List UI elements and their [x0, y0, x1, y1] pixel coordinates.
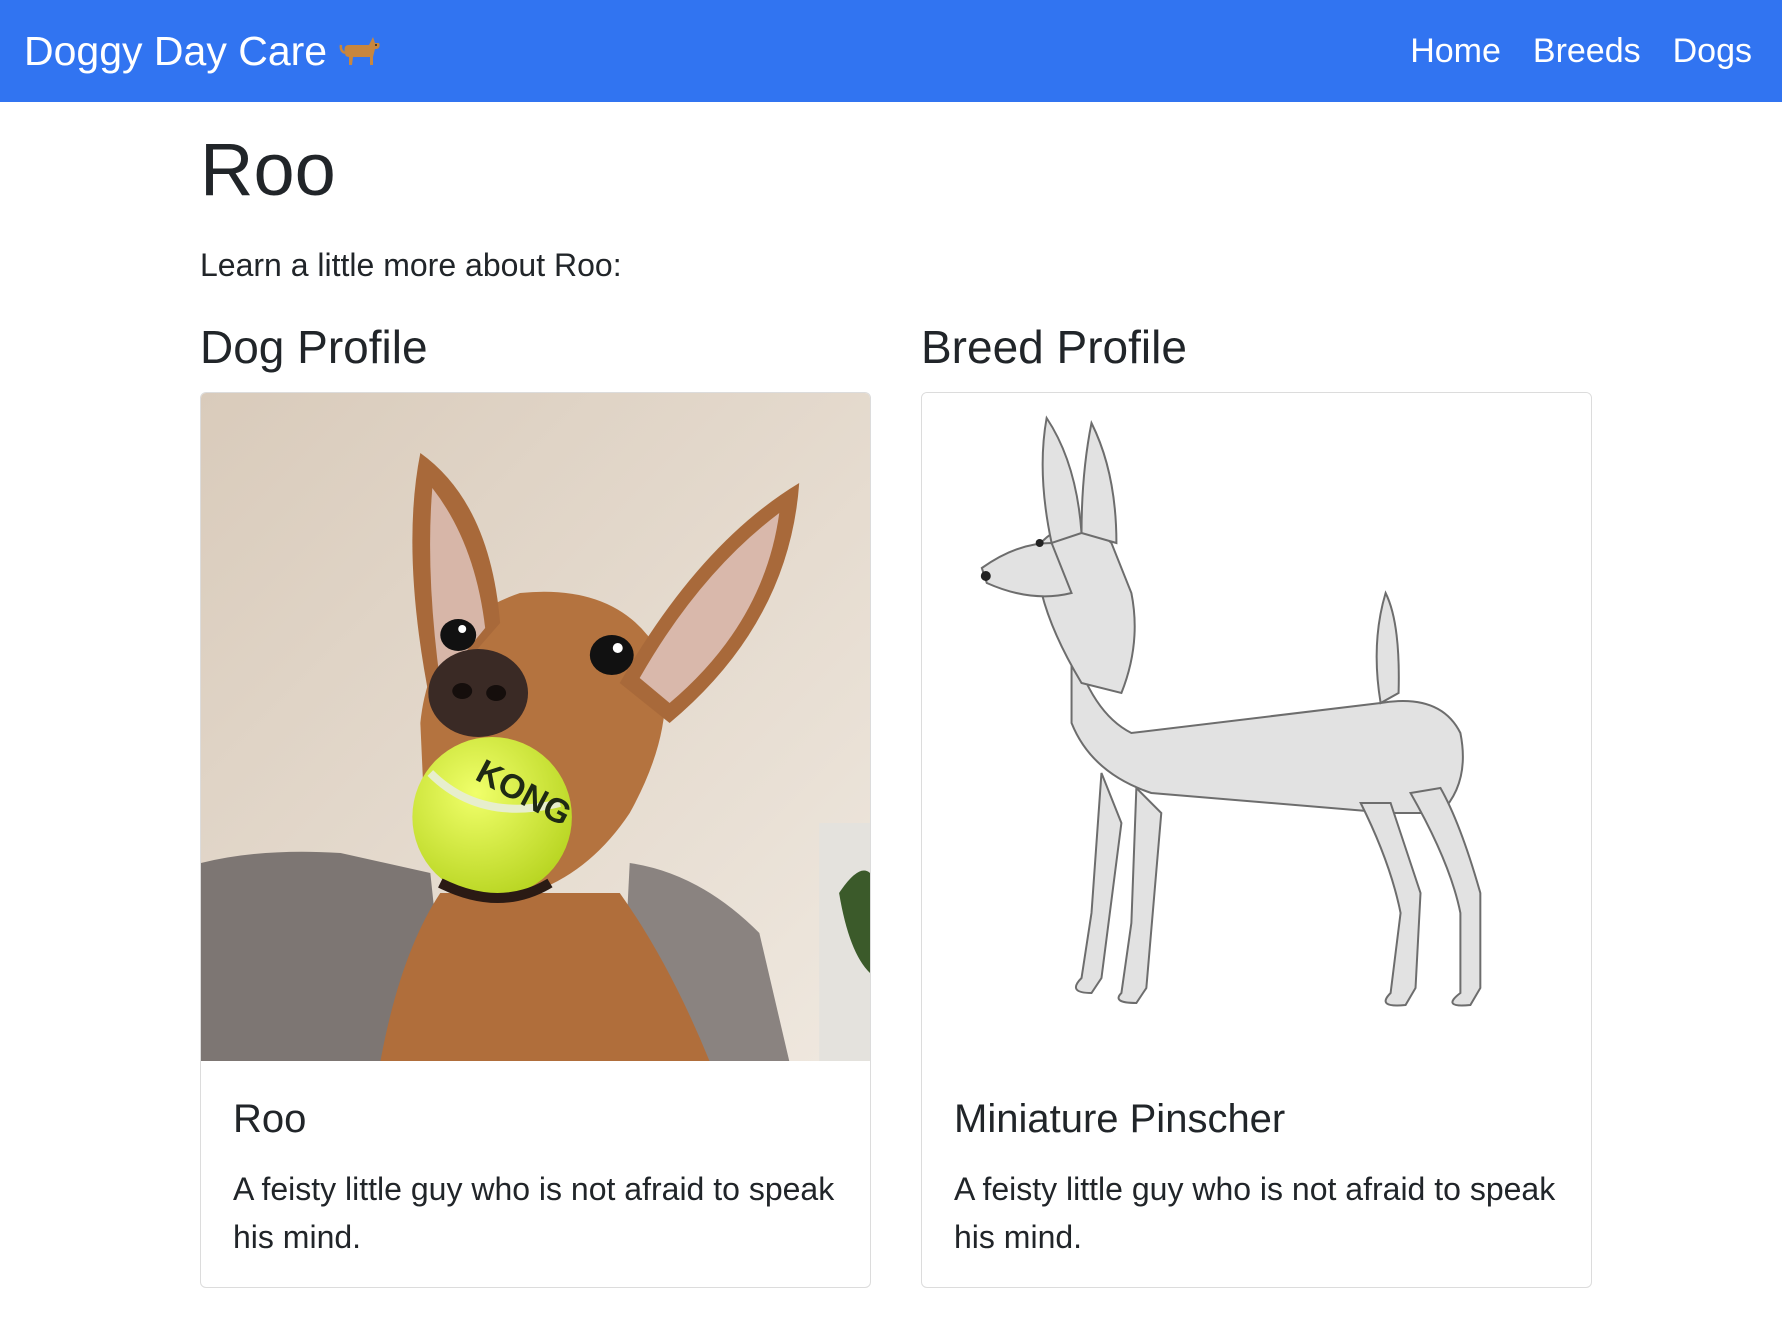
dog-card-body: Roo A feisty little guy who is not afrai…: [201, 1061, 870, 1261]
nav-dogs[interactable]: Dogs: [1673, 32, 1752, 71]
dog-name: Roo: [233, 1097, 307, 1142]
nav-links: Home Breeds Dogs: [1410, 32, 1752, 71]
dog-profile-heading: Dog Profile: [200, 321, 428, 374]
navbar: Doggy Day Care Home Breeds Dogs: [0, 0, 1782, 102]
dog-photo: KONG: [201, 393, 870, 1062]
breed-name: Miniature Pinscher: [954, 1097, 1286, 1142]
page-title: Roo: [200, 128, 336, 211]
profile-columns: Dog Profile KONG Roo A feisty little guy…: [200, 320, 1592, 1289]
brand-link[interactable]: Doggy Day Care: [24, 28, 383, 75]
brand-title: Doggy Day Care: [24, 27, 328, 74]
breed-card: Miniature Pinscher A feisty little guy w…: [921, 392, 1592, 1289]
breed-illustration: [922, 393, 1591, 1062]
nav-breeds[interactable]: Breeds: [1533, 32, 1641, 71]
breed-profile-column: Breed Profile Miniature Pinscher A feist…: [921, 320, 1592, 1289]
main-content: Roo Learn a little more about Roo: Dog P…: [200, 102, 1592, 1289]
dog-card: KONG Roo A feisty little guy who is not …: [200, 392, 871, 1289]
dog-description: A feisty little guy who is not afraid to…: [233, 1171, 835, 1256]
dog-icon: [339, 37, 380, 65]
breed-card-body: Miniature Pinscher A feisty little guy w…: [922, 1061, 1591, 1261]
intro-text: Learn a little more about Roo:: [200, 247, 622, 283]
dog-profile-column: Dog Profile KONG Roo A feisty little guy…: [200, 320, 871, 1289]
breed-profile-heading: Breed Profile: [921, 321, 1187, 374]
breed-description: A feisty little guy who is not afraid to…: [954, 1171, 1556, 1256]
nav-home[interactable]: Home: [1410, 32, 1501, 71]
